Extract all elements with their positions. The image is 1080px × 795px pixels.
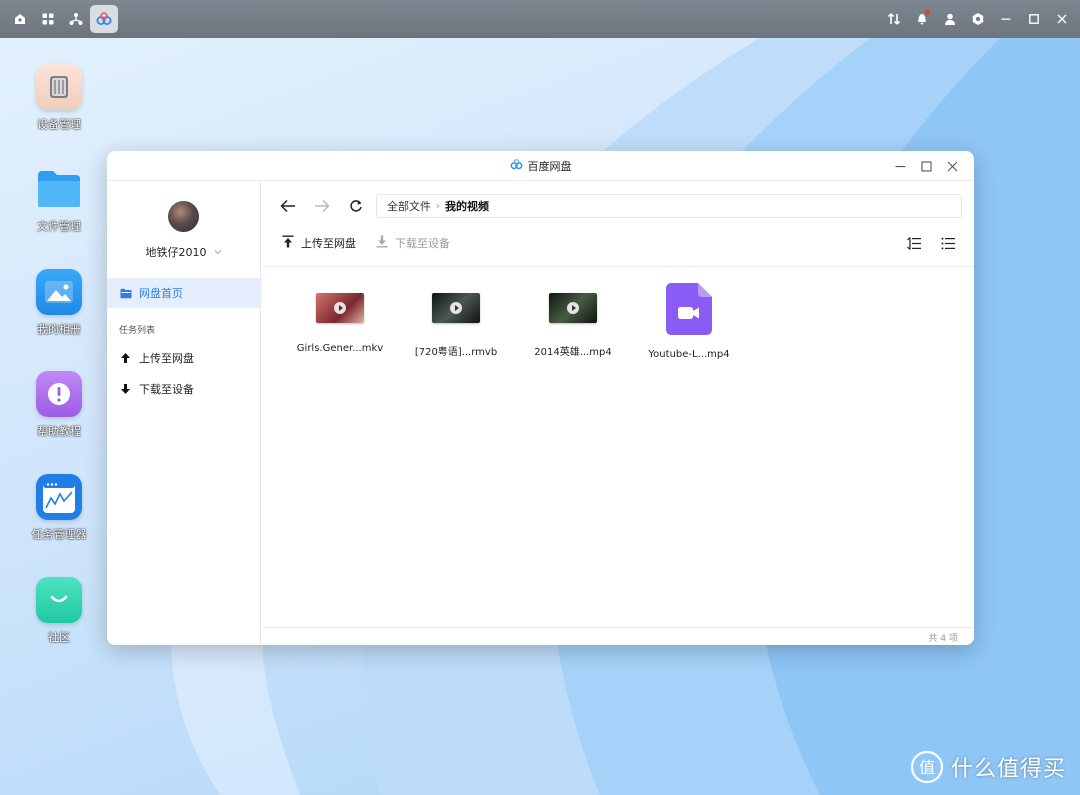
file-item[interactable]: 2014英雄...mp4 xyxy=(513,283,633,358)
upload-icon xyxy=(282,235,294,251)
status-bar: 共 4 项 xyxy=(262,627,974,645)
window-close-button[interactable] xyxy=(942,156,962,176)
toolbar: 上传至网盘 下载至设备 xyxy=(262,231,974,255)
svg-text:值: 值 xyxy=(919,758,935,777)
transfer-icon[interactable] xyxy=(880,5,908,33)
window-titlebar[interactable]: 百度网盘 xyxy=(107,151,974,181)
main-panel: 全部文件 › 我的视频 上传至网盘 下载至设备 Girls.Gener...mk… xyxy=(262,181,974,645)
desktop-icon-label: 设备管理 xyxy=(37,118,81,131)
community-icon xyxy=(36,577,82,623)
sort-icon[interactable] xyxy=(904,233,924,253)
top-taskbar xyxy=(0,0,1080,38)
desktop-icon-photo-album[interactable]: 我的相册 xyxy=(19,269,99,337)
play-icon xyxy=(567,302,579,314)
breadcrumb-current[interactable]: 我的视频 xyxy=(445,198,489,214)
window-title: 百度网盘 xyxy=(527,159,572,173)
sidebar-item-label: 网盘首页 xyxy=(139,287,183,300)
video-thumbnail xyxy=(549,293,597,323)
download-arrow-icon xyxy=(120,380,131,399)
desktop-icon-label: 任务管理器 xyxy=(31,528,87,541)
task-list-heading: 任务列表 xyxy=(119,326,156,336)
baidu-netdisk-icon[interactable] xyxy=(90,5,118,33)
back-button[interactable] xyxy=(275,193,301,219)
window-maximize-button[interactable] xyxy=(916,156,936,176)
chevron-down-icon xyxy=(213,242,223,261)
desktop-icon-help[interactable]: 帮助教程 xyxy=(19,371,99,439)
smzdm-logo-icon: 值 xyxy=(910,750,944,784)
sidebar-item-netdisk-home[interactable]: 网盘首页 xyxy=(107,278,261,308)
file-name: [720粤语]...rmvb xyxy=(414,347,498,358)
video-thumbnail xyxy=(316,293,364,323)
file-name: Youtube-L...mp4 xyxy=(648,349,730,360)
baidu-netdisk-logo-icon xyxy=(510,158,523,173)
user-icon[interactable] xyxy=(936,5,964,33)
desktop-icon-label: 帮助教程 xyxy=(37,425,81,438)
upload-button[interactable]: 上传至网盘 xyxy=(282,231,356,255)
username: 地铁仔2010 xyxy=(145,245,207,259)
desktop-icon-label: 我的相册 xyxy=(37,323,81,336)
item-count: 共 4 项 xyxy=(928,634,958,644)
sidebar-item-download[interactable]: 下载至设备 xyxy=(107,376,261,402)
network-tree-icon[interactable] xyxy=(62,5,90,33)
video-file-icon xyxy=(666,283,712,335)
list-view-icon[interactable] xyxy=(938,233,958,253)
desktop-icon-community[interactable]: 社区 xyxy=(19,577,99,645)
close-icon[interactable] xyxy=(1048,5,1076,33)
file-item[interactable]: Youtube-L...mp4 xyxy=(629,283,749,360)
play-icon xyxy=(334,302,346,314)
folder-icon xyxy=(36,166,82,212)
breadcrumb: 全部文件 › 我的视频 xyxy=(376,194,962,218)
baidu-netdisk-window: 百度网盘 地铁仔2010 网盘首页 任务列表 上传至网盘 下载至设备 全部文件 … xyxy=(107,151,974,645)
help-icon xyxy=(36,371,82,417)
photo-album-icon xyxy=(36,269,82,315)
upload-arrow-icon xyxy=(120,349,131,368)
task-manager-icon xyxy=(36,474,82,520)
desktop-icon-label: 社区 xyxy=(48,631,70,644)
refresh-button[interactable] xyxy=(343,193,369,219)
watermark: 值 什么值得买 xyxy=(910,750,1066,784)
desktop-icon-task-manager[interactable]: 任务管理器 xyxy=(19,474,99,542)
notification-dot xyxy=(925,10,930,15)
apps-grid-icon[interactable] xyxy=(34,5,62,33)
sidebar: 地铁仔2010 网盘首页 任务列表 上传至网盘 下载至设备 xyxy=(107,181,261,645)
file-name: Girls.Gener...mkv xyxy=(296,343,384,354)
download-icon xyxy=(376,235,388,251)
home-icon[interactable] xyxy=(6,5,34,33)
desktop-icon-file-manager[interactable]: 文件管理 xyxy=(19,166,99,234)
video-thumbnail xyxy=(432,293,480,323)
avatar[interactable] xyxy=(168,201,199,232)
desktop-icon-device-manager[interactable]: 设备管理 xyxy=(19,64,99,132)
file-item[interactable]: Girls.Gener...mkv xyxy=(280,283,400,354)
minimize-icon[interactable] xyxy=(992,5,1020,33)
breadcrumb-separator: › xyxy=(436,200,440,212)
settings-icon[interactable] xyxy=(964,5,992,33)
watermark-text: 什么值得买 xyxy=(951,757,1067,782)
forward-button[interactable] xyxy=(309,193,335,219)
toolbar-divider xyxy=(262,266,974,267)
maximize-icon[interactable] xyxy=(1020,5,1048,33)
folder-icon xyxy=(120,284,132,303)
bell-icon[interactable] xyxy=(908,5,936,33)
window-minimize-button[interactable] xyxy=(890,156,910,176)
play-icon xyxy=(450,302,462,314)
download-label: 下载至设备 xyxy=(395,237,450,250)
sidebar-item-label: 上传至网盘 xyxy=(139,352,194,365)
sidebar-item-label: 下载至设备 xyxy=(139,383,194,396)
file-name: 2014英雄...mp4 xyxy=(534,347,612,358)
download-button[interactable]: 下载至设备 xyxy=(376,231,450,255)
user-switcher[interactable]: 地铁仔2010 xyxy=(107,242,261,261)
breadcrumb-root[interactable]: 全部文件 xyxy=(387,198,431,214)
device-manager-icon xyxy=(36,64,82,110)
upload-label: 上传至网盘 xyxy=(301,237,356,250)
sidebar-item-upload[interactable]: 上传至网盘 xyxy=(107,345,261,371)
desktop-icon-label: 文件管理 xyxy=(37,220,81,233)
file-item[interactable]: [720粤语]...rmvb xyxy=(396,283,516,358)
